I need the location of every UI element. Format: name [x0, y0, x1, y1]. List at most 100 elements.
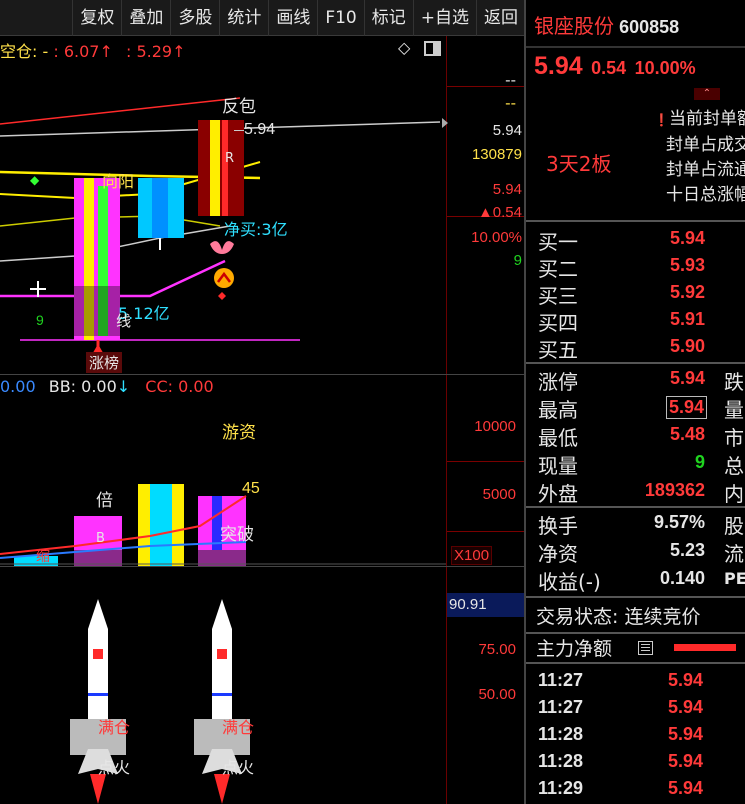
stat2-value: 9.57%: [653, 512, 705, 532]
f10-button[interactable]: F10: [317, 0, 363, 36]
stat-label: 涨停: [538, 370, 578, 394]
stat-value: 5.94: [669, 368, 705, 388]
stats-row: 最高 5.94 量: [526, 394, 745, 422]
stock-code: 600858: [619, 17, 680, 37]
seal-info-2: 封单占成交: [666, 135, 745, 155]
stats-row: 外盘 189362 内: [526, 478, 745, 506]
diamond-marker: ◆: [30, 173, 40, 187]
stats2-row: 收益(-) 0.140 PE: [526, 566, 745, 594]
axis-dash-2: --: [505, 94, 516, 112]
stat-label: 最高: [538, 398, 578, 422]
axis-change: ▲0.54: [477, 204, 522, 221]
axis-x100: X100: [451, 546, 493, 565]
cc-value: 0.00: [178, 377, 214, 396]
tick-row: 11:29 5.94: [526, 776, 745, 804]
main-flow-row[interactable]: 主力净额: [526, 634, 745, 662]
chart-area[interactable]: 空仓: - : 6.07↑ : 5.29↑ ◇ ◆ 反包 5.94 向阳 净买:…: [0, 36, 524, 804]
kline-header: 空仓: - : 6.07↑ : 5.29↑: [0, 38, 185, 62]
axis-current-volume: 9: [513, 252, 522, 269]
back-button[interactable]: 返回: [476, 0, 525, 36]
position-label: 空仓: -: [0, 42, 49, 61]
axis-last-price: 5.94: [492, 181, 522, 198]
stat-side-label: 跌: [724, 370, 744, 394]
tick-time: 11:27: [538, 697, 584, 717]
stock-title: 银座股份 600858: [534, 10, 679, 39]
net-buy-label: 净买:3亿: [224, 220, 288, 239]
diamond-icon[interactable]: ◇: [398, 38, 410, 57]
stat2-label: 换手: [538, 514, 578, 538]
tick-row: 11:28 5.94: [526, 722, 745, 750]
fuquan-button[interactable]: 复权: [72, 0, 121, 36]
b-mark-label: B: [96, 531, 105, 546]
axis-50: 50.00: [478, 686, 516, 703]
quote-panel: 银座股份 600858 5.94 0.54 10.00% ⌃ 3天2板 ❗当前封…: [524, 0, 745, 804]
bid-price: 5.94: [669, 228, 705, 248]
gold-circle-marker: [214, 268, 234, 288]
board-tag: 3天2板: [546, 152, 612, 176]
stat2-value: 5.23: [669, 540, 705, 560]
butterfly-icon: [210, 241, 234, 254]
tick-time: 11:28: [538, 724, 584, 744]
dianhuo-label-1: 点火: [98, 758, 131, 777]
axis-90-91: 90.91: [447, 593, 524, 617]
axis-dash-1: --: [505, 71, 516, 89]
low-count-label: 9: [36, 312, 44, 328]
add-watchlist-button[interactable]: +自选: [412, 0, 476, 36]
youzi-label: 游资: [222, 423, 256, 443]
zhangbang-badge: 涨榜: [86, 352, 123, 373]
price-tag-label: 5.94: [244, 121, 276, 138]
stat2-label: 收益(-): [538, 570, 601, 594]
tick-row: 11:27 5.94: [526, 668, 745, 696]
menu-list-icon[interactable]: [638, 641, 653, 655]
stat2-side-label: PE: [724, 569, 745, 588]
xiao-label: 缩: [36, 549, 50, 565]
stat-value: 9: [694, 452, 705, 472]
stat-value: 189362: [644, 480, 705, 500]
xian-label: 线: [116, 312, 132, 330]
mancang-label-2: 满仓: [222, 718, 255, 737]
collapse-icon[interactable]: ⌃: [694, 88, 720, 100]
mark-button[interactable]: 标记: [363, 0, 413, 36]
axis-volume: 130879: [471, 146, 522, 163]
high-value: : 6.07: [53, 42, 100, 61]
stats-row: 最低 5.48 市: [526, 422, 745, 450]
order-book-row: 买五 5.90: [526, 334, 745, 362]
axis-10000: 10000: [474, 418, 516, 435]
bid-label: 买五: [538, 338, 578, 362]
stats-row: 现量 9 总: [526, 450, 745, 478]
bid-price: 5.92: [669, 282, 705, 302]
draw-line-button[interactable]: 画线: [268, 0, 317, 36]
statistics-button[interactable]: 统计: [219, 0, 268, 36]
order-book-row: 买一 5.94: [526, 226, 745, 254]
tick-time: 11:29: [538, 778, 584, 798]
stats-row: 涨停 5.94 跌: [526, 366, 745, 394]
value-45-label: 45: [242, 480, 260, 497]
panel-toggle-icon[interactable]: [424, 41, 441, 56]
seal-info-4: 十日总涨幅: [666, 185, 745, 205]
bid-label: 买四: [538, 311, 578, 335]
main-flow-bar: [674, 644, 736, 651]
order-book-row: 买三 5.92: [526, 280, 745, 308]
axis-change-pct: 10.00%: [471, 229, 522, 246]
xiangyang-label: 向阳: [102, 172, 135, 191]
tick-time: 11:28: [538, 751, 584, 771]
stats2-row: 净资 5.23 流: [526, 538, 745, 566]
seal-info-1: ❗当前封单额: [654, 104, 745, 129]
tick-price: 5.94: [668, 697, 704, 717]
trade-status: 交易状态: 连续竞价: [536, 606, 701, 628]
tick-time: 11:27: [538, 670, 584, 690]
tick-row: 11:27 5.94: [526, 695, 745, 723]
stat-side-label: 内: [724, 482, 744, 506]
bb-label: BB:: [48, 377, 77, 396]
seal-info-text-1: 当前封单额: [668, 109, 745, 129]
seal-info-3: 封单占流通: [666, 160, 745, 180]
overlay-button[interactable]: 叠加: [121, 0, 170, 36]
stat-label: 外盘: [538, 482, 578, 506]
multi-stock-button[interactable]: 多股: [170, 0, 219, 36]
bid-price: 5.93: [669, 255, 705, 275]
candle-3: [198, 120, 244, 216]
tick-price: 5.94: [668, 724, 704, 744]
current-price: 5.94: [534, 52, 583, 80]
bid-price: 5.91: [669, 309, 705, 329]
stats2-row: 换手 9.57% 股: [526, 510, 745, 538]
